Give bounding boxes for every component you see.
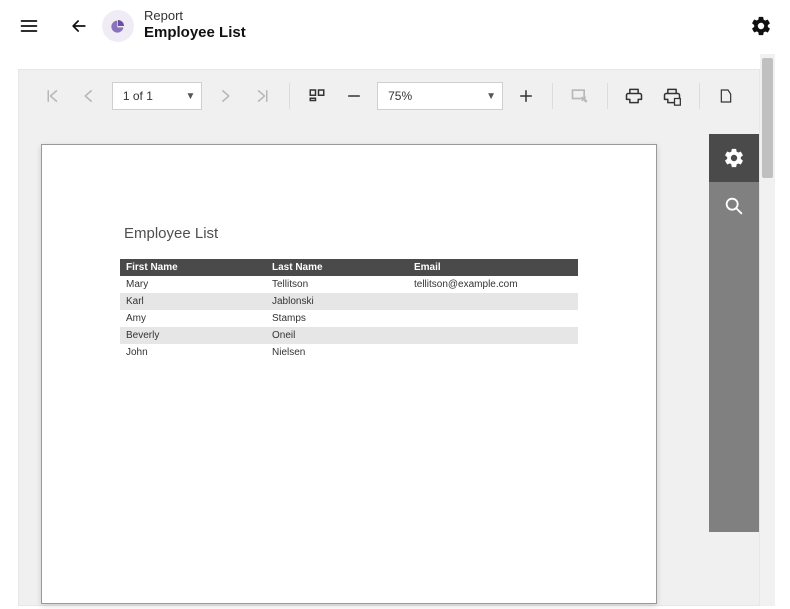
gear-icon bbox=[723, 147, 745, 169]
side-parameters-button[interactable] bbox=[709, 134, 759, 182]
cell-email bbox=[408, 327, 578, 344]
last-page-button[interactable] bbox=[248, 81, 277, 111]
vertical-scrollbar[interactable] bbox=[760, 54, 775, 606]
cell-email bbox=[408, 310, 578, 327]
report-type-icon-wrap bbox=[102, 10, 134, 42]
go-first-icon bbox=[43, 87, 61, 105]
minus-icon bbox=[345, 87, 363, 105]
export-button[interactable] bbox=[712, 81, 741, 111]
toolbar-separator bbox=[289, 83, 290, 109]
col-header-first-name: First Name bbox=[120, 259, 266, 276]
viewer-wrap: 1 of 1 ▼ 75% ▼ bbox=[0, 54, 775, 606]
cell-email bbox=[408, 344, 578, 361]
gear-icon bbox=[750, 15, 772, 37]
page-select[interactable]: 1 of 1 ▼ bbox=[112, 82, 203, 110]
report-table: First Name Last Name Email Mary Tellitso… bbox=[120, 259, 578, 361]
table-row: Mary Tellitson tellitson@example.com bbox=[120, 276, 578, 293]
col-header-email: Email bbox=[408, 259, 578, 276]
search-icon bbox=[723, 195, 745, 217]
print-button[interactable] bbox=[620, 81, 649, 111]
cell-first-name: Karl bbox=[120, 293, 266, 310]
plus-icon bbox=[517, 87, 535, 105]
app-bar: Report Employee List bbox=[0, 0, 790, 52]
hamburger-icon bbox=[19, 16, 39, 36]
toolbar-separator bbox=[607, 83, 608, 109]
cell-first-name: Amy bbox=[120, 310, 266, 327]
grid-icon bbox=[308, 87, 326, 105]
export-icon bbox=[718, 86, 734, 106]
back-button[interactable] bbox=[62, 9, 96, 43]
title-main: Employee List bbox=[144, 24, 246, 41]
zoom-select-label: 75% bbox=[388, 89, 412, 103]
cell-first-name: Beverly bbox=[120, 327, 266, 344]
col-header-last-name: Last Name bbox=[266, 259, 408, 276]
report-page: Employee List First Name Last Name Email… bbox=[41, 144, 657, 604]
cell-email bbox=[408, 293, 578, 310]
edit-field-icon bbox=[570, 86, 590, 106]
settings-button[interactable] bbox=[744, 9, 778, 43]
toolbar-separator bbox=[699, 83, 700, 109]
title-block: Report Employee List bbox=[144, 9, 246, 41]
arrow-left-icon bbox=[69, 16, 89, 36]
zoom-in-button[interactable] bbox=[511, 81, 540, 111]
caret-down-icon: ▼ bbox=[486, 91, 496, 102]
table-row: Karl Jablonski bbox=[120, 293, 578, 310]
cell-last-name: Tellitson bbox=[266, 276, 408, 293]
side-panel bbox=[709, 134, 759, 532]
menu-button[interactable] bbox=[12, 9, 46, 43]
side-search-button[interactable] bbox=[709, 182, 759, 230]
prev-page-button[interactable] bbox=[74, 81, 103, 111]
cell-email: tellitson@example.com bbox=[408, 276, 578, 293]
multipage-toggle[interactable] bbox=[302, 81, 331, 111]
chevron-left-icon bbox=[80, 87, 98, 105]
go-last-icon bbox=[254, 87, 272, 105]
cell-last-name: Nielsen bbox=[266, 344, 408, 361]
title-category: Report bbox=[144, 9, 246, 24]
cell-first-name: Mary bbox=[120, 276, 266, 293]
zoom-select[interactable]: 75% ▼ bbox=[377, 82, 503, 110]
printer-page-icon bbox=[662, 86, 682, 106]
table-row: Amy Stamps bbox=[120, 310, 578, 327]
pie-chart-icon bbox=[110, 18, 126, 34]
cell-last-name: Oneil bbox=[266, 327, 408, 344]
cell-last-name: Stamps bbox=[266, 310, 408, 327]
page-select-label: 1 of 1 bbox=[123, 89, 153, 103]
zoom-out-button[interactable] bbox=[340, 81, 369, 111]
highlight-edit-button[interactable] bbox=[565, 81, 594, 111]
next-page-button[interactable] bbox=[210, 81, 239, 111]
print-page-button[interactable] bbox=[657, 81, 686, 111]
report-title: Employee List bbox=[124, 225, 218, 242]
toolbar-separator bbox=[552, 83, 553, 109]
chevron-right-icon bbox=[216, 87, 234, 105]
printer-icon bbox=[624, 86, 644, 106]
viewer-canvas: 1 of 1 ▼ 75% ▼ bbox=[18, 69, 760, 606]
first-page-button[interactable] bbox=[37, 81, 66, 111]
cell-last-name: Jablonski bbox=[266, 293, 408, 310]
table-row: Beverly Oneil bbox=[120, 327, 578, 344]
cell-first-name: John bbox=[120, 344, 266, 361]
caret-down-icon: ▼ bbox=[186, 91, 196, 102]
scrollbar-thumb[interactable] bbox=[762, 58, 773, 178]
report-toolbar: 1 of 1 ▼ 75% ▼ bbox=[19, 70, 759, 122]
table-row: John Nielsen bbox=[120, 344, 578, 361]
